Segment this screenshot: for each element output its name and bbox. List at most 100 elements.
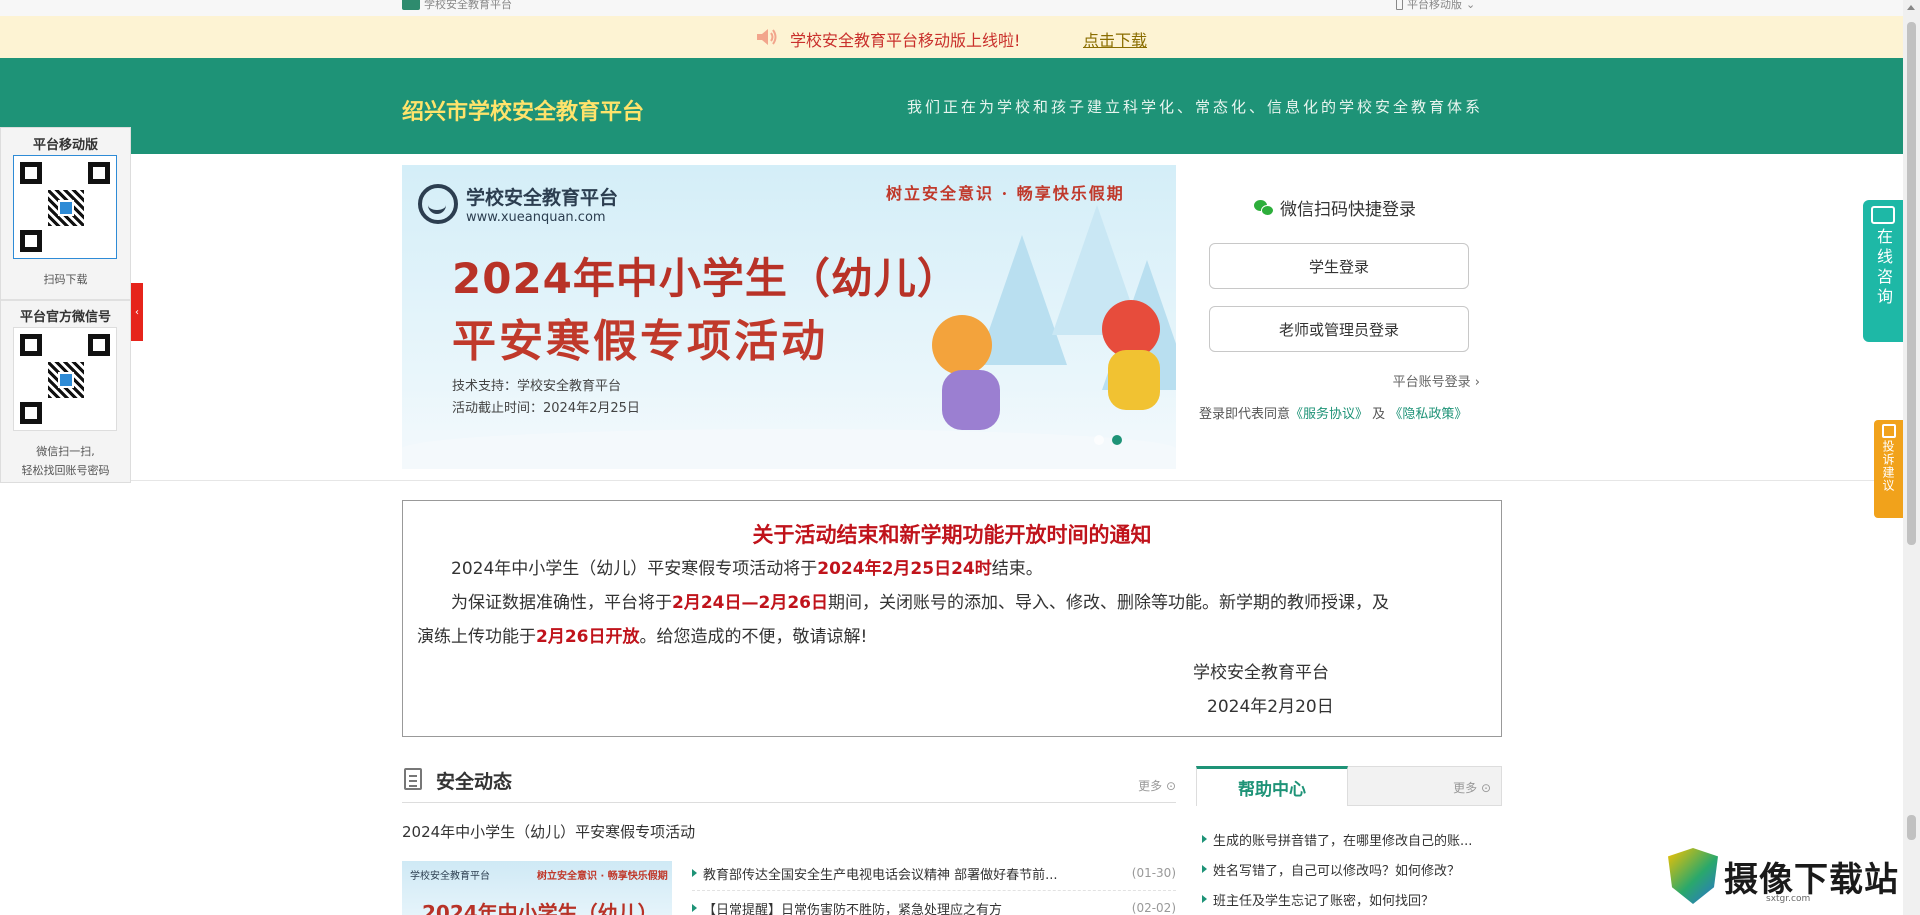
help-item[interactable]: 班主任及学生忘记了账密，如何找回？	[1202, 884, 1502, 914]
qr-finder-icon	[88, 334, 110, 356]
mobile-qr-code	[13, 155, 117, 259]
phone-icon	[1396, 0, 1403, 10]
panel-divider	[1, 299, 130, 301]
help-item[interactable]: 生成的账号拼音错了，在哪里修改自己的账...	[1202, 824, 1502, 854]
news-item-date: (01-30)	[1131, 866, 1176, 880]
carousel-dot-active[interactable]	[1112, 435, 1122, 445]
notice-text: 期间，关闭账号的添加、导入、修改、删除等功能。新学期的教师授课，及	[827, 593, 1389, 613]
watermark-site: sxtgr.com	[1766, 894, 1811, 904]
qr-finder-icon	[20, 334, 42, 356]
notice-title: 关于活动结束和新学期功能开放时间的通知	[752, 523, 1152, 547]
complaint-button[interactable]: 投诉建议	[1874, 420, 1903, 518]
notice-highlight: 2月26日开放	[536, 627, 640, 647]
mobile-version-menu[interactable]: 平台移动版 ⌄	[1396, 0, 1475, 12]
scrollbar-thumb[interactable]	[1907, 22, 1916, 545]
download-link[interactable]: 点击下载	[1083, 27, 1147, 51]
wechat-login[interactable]: 微信扫码快捷登录	[1254, 195, 1416, 220]
notice-paragraph-2: 为保证数据准确性，平台将于2月24日—2月26日期间，关闭账号的添加、导入、修改…	[417, 586, 1487, 620]
news-list: 教育部传达全国安全生产电视电话会议精神 部署做好春节前... (01-30) 【…	[692, 856, 1176, 915]
tab-help-center[interactable]: 帮助中心	[1196, 766, 1348, 806]
help-item[interactable]: 姓名写错了，自己可以修改吗？如何修改？	[1202, 854, 1502, 884]
wechat-qr-title: 平台官方微信号	[19, 310, 111, 325]
news-item-date: (02-02)	[1131, 901, 1176, 915]
platform-logo-icon	[402, 0, 420, 10]
notice-text: 结束。	[991, 559, 1043, 579]
wechat-login-label: 微信扫码快捷登录	[1280, 200, 1416, 220]
more-label: 更多	[1453, 781, 1478, 795]
notice-date: 2024年2月20日	[1207, 697, 1334, 717]
notice-paragraph-1: 2024年中小学生（幼儿）平安寒假专项活动将于2024年2月25日24时结束。	[417, 552, 1487, 586]
agreement-text: 登录即代表同意《服务协议》 及 《隐私政策》	[1199, 403, 1467, 422]
thumb-title: 2024年中小学生（幼儿）	[422, 901, 658, 915]
news-item[interactable]: 教育部传达全国安全生产电视电话会议精神 部署做好春节前... (01-30)	[692, 856, 1176, 891]
news-item-title: 【日常提醒】日常伤害防不胜防，紧急处理应之有方	[692, 899, 1002, 915]
speaker-icon	[757, 29, 777, 45]
privacy-policy-link[interactable]: 《隐私政策》	[1389, 407, 1467, 422]
chat-icon	[1871, 206, 1895, 224]
activity-banner[interactable]: 学校安全教育平台 www.xueanquan.com 树立安全意识 · 畅享快乐…	[402, 165, 1176, 469]
qr-finder-icon	[20, 230, 42, 252]
student-login-button[interactable]: 学生登录	[1209, 243, 1469, 289]
site-title[interactable]: 绍兴市学校安全教育平台	[402, 94, 644, 126]
banner-subheadline: 平安寒假专项活动	[452, 316, 828, 367]
notice-box: 关于活动结束和新学期功能开放时间的通知 2024年中小学生（幼儿）平安寒假专项活…	[402, 500, 1502, 737]
service-agreement-link[interactable]: 《服务协议》	[1290, 407, 1368, 422]
teacher-login-button[interactable]: 老师或管理员登录	[1209, 306, 1469, 352]
thumb-logo: 学校安全教育平台	[410, 871, 490, 882]
wechat-qr-code	[13, 327, 117, 431]
qr-logo-icon	[58, 200, 74, 216]
login-panel: 微信扫码快捷登录 学生登录 老师或管理员登录 平台账号登录 › 登录即代表同意《…	[1176, 165, 1502, 469]
notice-text: 为保证数据准确性，平台将于	[451, 593, 672, 613]
top-brand-label: 学校安全教育平台	[424, 0, 512, 11]
announcement-bar: 学校安全教育平台移动版上线啦! 点击下载	[0, 16, 1903, 58]
kid-illustration	[1108, 350, 1160, 410]
help-list: 生成的账号拼音错了，在哪里修改自己的账... 姓名写错了，自己可以修改吗？如何修…	[1202, 824, 1502, 914]
banner-logo: 学校安全教育平台 www.xueanquan.com	[418, 183, 618, 225]
collapse-panel-button[interactable]: ‹	[131, 283, 143, 341]
online-consult-button[interactable]: 在线咨询	[1863, 200, 1903, 342]
qr-finder-icon	[20, 402, 42, 424]
scrollbar-thumb-lower[interactable]	[1907, 815, 1916, 840]
header-slogan: 我们正在为学校和孩子建立科学化、常态化、信息化的学校安全教育体系	[907, 98, 1484, 116]
featured-news-thumbnail[interactable]: 学校安全教育平台 树立安全意识 · 畅享快乐假期 2024年中小学生（幼儿）	[402, 861, 672, 915]
banner-support: 技术支持：学校安全教育平台	[452, 379, 622, 394]
top-strip: 学校安全教育平台 平台移动版 ⌄	[0, 0, 1903, 16]
featured-news-link[interactable]: 2024年中小学生（幼儿）平安寒假专项活动	[402, 821, 695, 842]
banner-slogan: 树立安全意识 · 畅享快乐假期	[886, 184, 1125, 203]
kid-illustration	[932, 315, 992, 375]
online-consult-label: 在线咨询	[1874, 228, 1893, 308]
safety-news-more-link[interactable]: 更多 ⊙	[1138, 777, 1176, 794]
account-login-link[interactable]: 平台账号登录 ›	[1393, 371, 1480, 390]
watermark-logo-icon	[1668, 848, 1718, 904]
mobile-version-label: 平台移动版	[1407, 0, 1462, 11]
thumb-slogan: 树立安全意识 · 畅享快乐假期	[537, 871, 668, 882]
notice-text: 。给您造成的不便，敬请谅解!	[639, 627, 868, 647]
watermark: 摄像下载站 sxtgr.com	[1668, 848, 1899, 904]
kid-illustration	[942, 370, 1000, 430]
wechat-qr-caption-1: 微信扫一扫,	[36, 445, 95, 458]
help-more-link[interactable]: 更多 ⊙	[1453, 779, 1491, 796]
top-brand[interactable]: 学校安全教育平台	[402, 0, 512, 12]
page-scrollbar[interactable]	[1903, 0, 1920, 915]
scroll-up-icon[interactable]	[1907, 5, 1915, 10]
mobile-qr-title: 平台移动版	[32, 138, 98, 153]
news-item[interactable]: 【日常提醒】日常伤害防不胜防，紧急处理应之有方 (02-02)	[692, 891, 1176, 915]
section-divider	[0, 480, 1903, 481]
banner-deadline: 活动截止时间：2024年2月25日	[452, 401, 640, 416]
news-item-title: 教育部传达全国安全生产电视电话会议精神 部署做好春节前...	[692, 864, 1058, 883]
notice-highlight: 2024年2月25日24时	[817, 559, 992, 579]
carousel-dot[interactable]	[1094, 435, 1104, 445]
wechat-icon	[1254, 199, 1274, 216]
document-icon	[404, 768, 422, 790]
carousel-dots[interactable]	[1094, 435, 1122, 445]
notice-paragraph-3: 演练上传功能于2月26日开放。给您造成的不便，敬请谅解!	[417, 620, 1487, 654]
mobile-qr-caption: 扫码下载	[43, 273, 88, 286]
qr-finder-icon	[20, 162, 42, 184]
safety-news-header: 安全动态 更多 ⊙	[402, 765, 1176, 803]
notice-text: 2024年中小学生（幼儿）平安寒假专项活动将于	[451, 559, 818, 579]
left-qr-panel: 平台移动版 扫码下载 平台官方微信号 微信扫一扫, 轻松找回账号密码	[0, 127, 131, 483]
site-header: 绍兴市学校安全教育平台 我们正在为学校和孩子建立科学化、常态化、信息化的学校安全…	[0, 58, 1903, 154]
chevron-left-icon: ‹	[135, 306, 139, 318]
snow-ground	[402, 429, 1176, 469]
agree-prefix: 登录即代表同意	[1199, 407, 1291, 422]
